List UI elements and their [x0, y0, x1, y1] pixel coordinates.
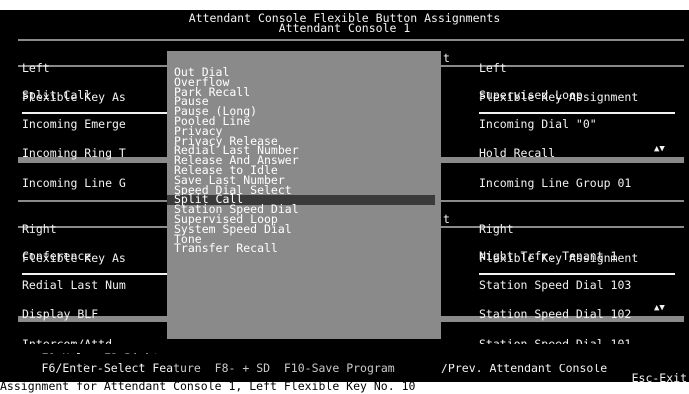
list-item[interactable]: Redial Last Num: [22, 279, 126, 291]
list-item[interactable]: Display BLF: [22, 309, 126, 320]
scroll-arrows-icon[interactable]: ▲▼: [654, 303, 665, 314]
terminal-screen: Attendant Console Flexible Button Assign…: [0, 0, 689, 394]
list-item[interactable]: Station Speed Dial 103: [479, 279, 631, 291]
list-item[interactable]: Supervised Loop: [479, 89, 631, 101]
divider: [479, 112, 675, 114]
list-item[interactable]: Hold Recall: [479, 148, 631, 159]
dropdown-option[interactable]: System Speed Dial: [167, 223, 441, 235]
list-item[interactable]: Incoming Emerge: [22, 118, 126, 130]
window-subtitle: Attendant Console 1: [278, 21, 411, 35]
list-item[interactable]: Station Speed Dial 102: [479, 309, 631, 320]
function-keys-line-1: F1-Help F2-Right /Prev. Attendant Consol…: [0, 344, 689, 373]
list-item[interactable]: Incoming Dial "0": [479, 118, 631, 130]
list-item[interactable]: Conference: [22, 250, 126, 262]
left-panel-col2-list: Supervised Loop Incoming Dial "0" Hold R…: [479, 71, 631, 208]
scroll-arrows-icon[interactable]: ▲▼: [654, 144, 665, 155]
divider: [22, 273, 168, 275]
terminal-window: Attendant Console Flexible Button Assign…: [0, 10, 689, 390]
list-item[interactable]: Night Trfr. Tenant 1: [479, 250, 631, 262]
divider: [479, 273, 675, 275]
function-keys-left: F6/Enter-Select Fea: [41, 360, 174, 375]
list-item[interactable]: Incoming Line G: [22, 177, 126, 189]
left-panel-col1-list: Split Call Incoming Emerge Incoming Ring…: [22, 71, 126, 208]
feature-dropdown-list[interactable]: Out Dial Overflow Park Recall Pause Paus…: [167, 51, 441, 339]
list-item[interactable]: Split Call: [22, 89, 126, 101]
divider: [22, 112, 168, 114]
hidden-fragment: t: [443, 212, 450, 226]
status-prompt: Assignment for Attendant Console 1, Left…: [0, 380, 689, 392]
function-keys-line-2: F6/Enter-Select Feature F8- + SD F10-Sav…: [0, 354, 689, 383]
list-item[interactable]: Incoming Line Group 01: [479, 177, 631, 189]
function-keys-middle: ture F8- + SD F10-Save Program: [173, 360, 395, 375]
list-item[interactable]: Incoming Ring T: [22, 148, 126, 159]
hidden-fragment: t: [443, 51, 450, 65]
dropdown-options: Out Dial Overflow Park Recall Pause Paus…: [167, 66, 441, 254]
function-keys-right: /Prev. Attendant Console: [441, 360, 608, 375]
dropdown-option[interactable]: Transfer Recall: [167, 243, 441, 254]
